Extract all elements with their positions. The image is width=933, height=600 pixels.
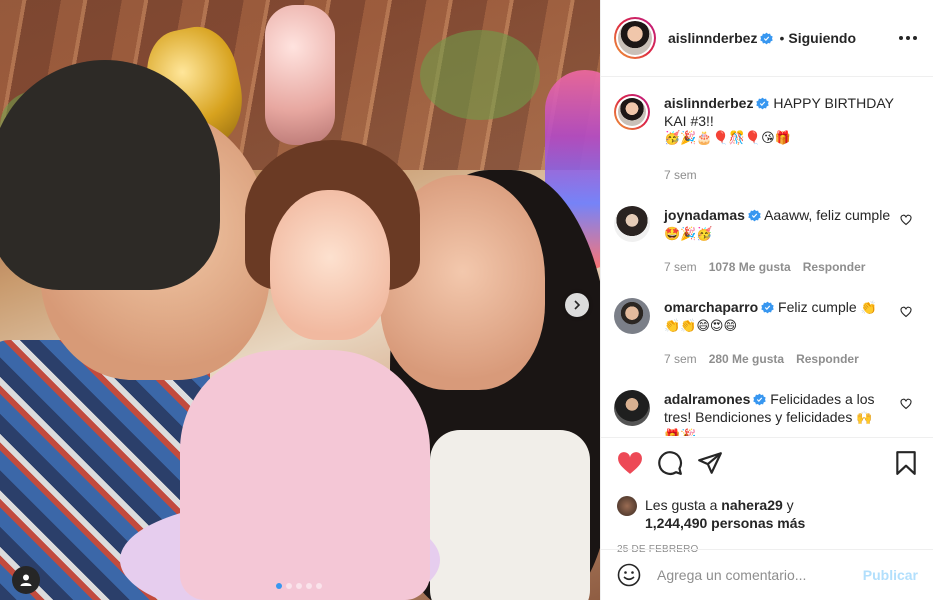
carousel-next-button[interactable] bbox=[565, 293, 589, 317]
commenter-avatar[interactable] bbox=[614, 298, 650, 334]
author-username[interactable]: aislinnderbez bbox=[668, 30, 757, 46]
liker-username[interactable]: nahera29 bbox=[721, 497, 782, 513]
caption-username[interactable]: aislinnderbez bbox=[664, 95, 753, 111]
likes-count[interactable]: 1,244,490 personas más bbox=[645, 515, 805, 531]
comment-username[interactable]: adalramones bbox=[664, 391, 750, 407]
verified-badge-icon bbox=[748, 209, 761, 222]
comment-bubble-icon[interactable] bbox=[657, 450, 683, 476]
comment-text: Aaaww, feliz cumple bbox=[764, 207, 891, 223]
carousel-dot bbox=[306, 583, 312, 589]
caption: aislinnderbez HAPPY BIRTHDAY KAI #3!! 🥳🎉… bbox=[614, 94, 918, 184]
share-paper-plane-icon[interactable] bbox=[697, 450, 723, 476]
post-photo[interactable] bbox=[0, 0, 600, 600]
verified-badge-icon bbox=[760, 32, 774, 44]
comment: adalramones Felicidades a los tres! Bend… bbox=[614, 390, 918, 436]
post-side-panel: aislinnderbez • Siguiendo aislinnderbez … bbox=[600, 0, 933, 600]
woman-shirt bbox=[430, 430, 590, 600]
pink-number-balloon bbox=[265, 5, 335, 145]
comment: omarchaparro Feliz cumple 👏 👏👏😄😍😄 7 sem … bbox=[614, 298, 918, 368]
emoji-smiley-icon[interactable] bbox=[617, 563, 641, 587]
comments-list[interactable]: aislinnderbez HAPPY BIRTHDAY KAI #3!! 🥳🎉… bbox=[601, 78, 933, 436]
likes-summary: Les gusta a nahera29 y 1,244,490 persona… bbox=[617, 496, 918, 532]
following-button[interactable]: Siguiendo bbox=[788, 30, 856, 46]
save-bookmark-icon[interactable] bbox=[894, 450, 918, 476]
more-horizontal-icon bbox=[899, 36, 903, 40]
comment-username[interactable]: joynadamas bbox=[664, 207, 745, 223]
commenter-avatar[interactable] bbox=[614, 206, 650, 242]
verified-badge-icon bbox=[753, 393, 767, 406]
caption-time[interactable]: 7 sem bbox=[664, 166, 697, 184]
tagged-users-button[interactable] bbox=[12, 566, 40, 594]
comment-emojis-inline: 🙌 bbox=[856, 411, 873, 426]
comment-text: Feliz cumple bbox=[778, 299, 857, 315]
reply-button[interactable]: Responder bbox=[803, 258, 866, 276]
carousel-dots bbox=[276, 583, 322, 589]
commenter-avatar[interactable] bbox=[614, 390, 650, 426]
verified-badge-icon bbox=[756, 97, 770, 110]
like-comment-heart-icon[interactable] bbox=[900, 214, 912, 226]
comment-emojis: 🎁🎉 bbox=[664, 428, 894, 436]
carousel-dot bbox=[296, 583, 302, 589]
comment-emojis: 👏👏😄😍😄 bbox=[664, 319, 738, 334]
comment-emojis-inline: 👏 bbox=[860, 301, 877, 316]
post-actions: Les gusta a nahera29 y 1,244,490 persona… bbox=[601, 437, 933, 555]
user-icon bbox=[20, 574, 32, 586]
author-avatar[interactable] bbox=[614, 17, 656, 59]
caption-emojis: 🥳🎉🎂🎈🎊🎈😘🎁 bbox=[664, 131, 791, 146]
man-hair bbox=[0, 60, 220, 290]
comment-time[interactable]: 7 sem bbox=[664, 258, 697, 276]
foliage bbox=[420, 30, 540, 120]
carousel-dot bbox=[316, 583, 322, 589]
likes-prefix: Les gusta a bbox=[645, 497, 718, 513]
comment: joynadamas Aaaww, feliz cumple 🤩🎉🥳 7 sem… bbox=[614, 206, 918, 276]
reply-button[interactable]: Responder bbox=[796, 350, 859, 368]
carousel-dot bbox=[286, 583, 292, 589]
caption-author-avatar[interactable] bbox=[614, 94, 650, 130]
post-header: aislinnderbez • Siguiendo bbox=[601, 0, 933, 77]
like-comment-heart-icon[interactable] bbox=[900, 306, 912, 318]
girl-face bbox=[270, 190, 390, 340]
more-options-button[interactable] bbox=[899, 36, 917, 40]
comment-likes[interactable]: 280 Me gusta bbox=[709, 350, 784, 368]
likes-conj: y bbox=[786, 497, 794, 513]
carousel-dot bbox=[276, 583, 282, 589]
comment-emojis: 🤩🎉🥳 bbox=[664, 227, 713, 242]
girl-dress bbox=[180, 350, 430, 600]
publish-button[interactable]: Publicar bbox=[863, 567, 918, 583]
header-separator: • bbox=[779, 30, 785, 46]
comment-likes[interactable]: 1078 Me gusta bbox=[709, 258, 791, 276]
chevron-right-icon bbox=[574, 300, 581, 310]
comment-time[interactable]: 7 sem bbox=[664, 350, 697, 368]
like-heart-icon[interactable] bbox=[617, 451, 643, 475]
verified-badge-icon bbox=[761, 301, 774, 314]
comment-username[interactable]: omarchaparro bbox=[664, 299, 758, 315]
add-comment-bar: Publicar bbox=[601, 549, 933, 600]
liker-avatar[interactable] bbox=[617, 496, 637, 516]
comment-input[interactable] bbox=[657, 567, 857, 583]
like-comment-heart-icon[interactable] bbox=[900, 398, 912, 410]
